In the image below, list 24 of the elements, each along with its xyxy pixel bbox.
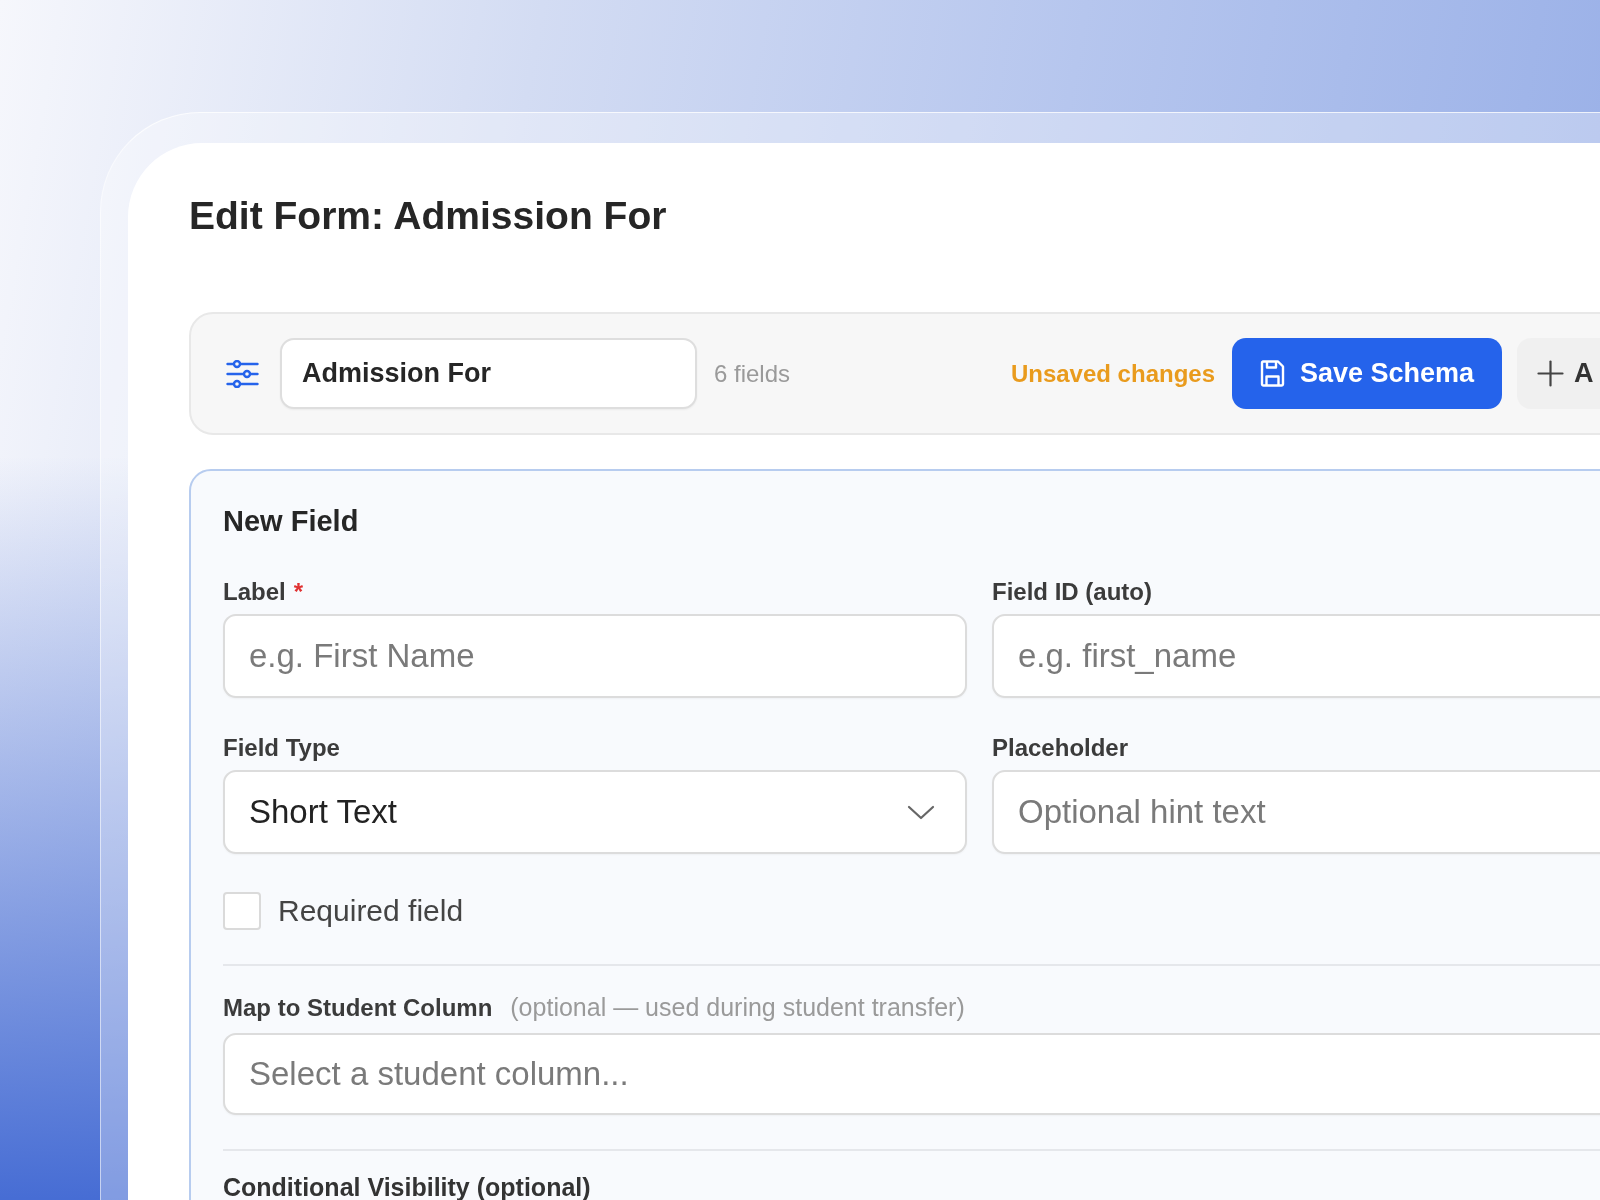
save-schema-button[interactable]: Save Schema [1232,338,1502,409]
dropdown-select[interactable]: Short Text [223,770,967,854]
text-input-field[interactable]: e.g. First Name [223,614,967,698]
form-name-input[interactable]: Admission For [280,338,697,409]
required-mark: * [293,578,304,605]
plus-icon [1537,360,1564,387]
text-input-field[interactable]: e.g. first_name [992,614,1600,698]
field-label: Placeholder [992,734,1129,761]
checkbox-label: Required field [278,893,464,929]
required-checkbox[interactable] [223,891,261,930]
unsaved-status-text: Unsaved changes [1010,358,1215,389]
sliders-icon [226,359,259,388]
chevron-down-icon [907,805,935,820]
text-input-field[interactable]: Optional hint text [992,770,1600,854]
field-label: Field ID (auto) [992,578,1152,605]
add-button[interactable]: A [1517,338,1600,409]
page-title: Edit Form: Admission For [189,193,668,239]
hint-text: (optional — used during student transfer) [510,993,965,1021]
student-column-select[interactable]: Select a student column... [223,1033,1600,1115]
field-count-text: 6 fields [714,358,791,389]
field-label: Label [223,578,286,605]
field-label: Field Type [223,734,340,761]
new-field-heading: New Field [223,504,360,538]
field-label: Map to Student Column [223,994,493,1022]
